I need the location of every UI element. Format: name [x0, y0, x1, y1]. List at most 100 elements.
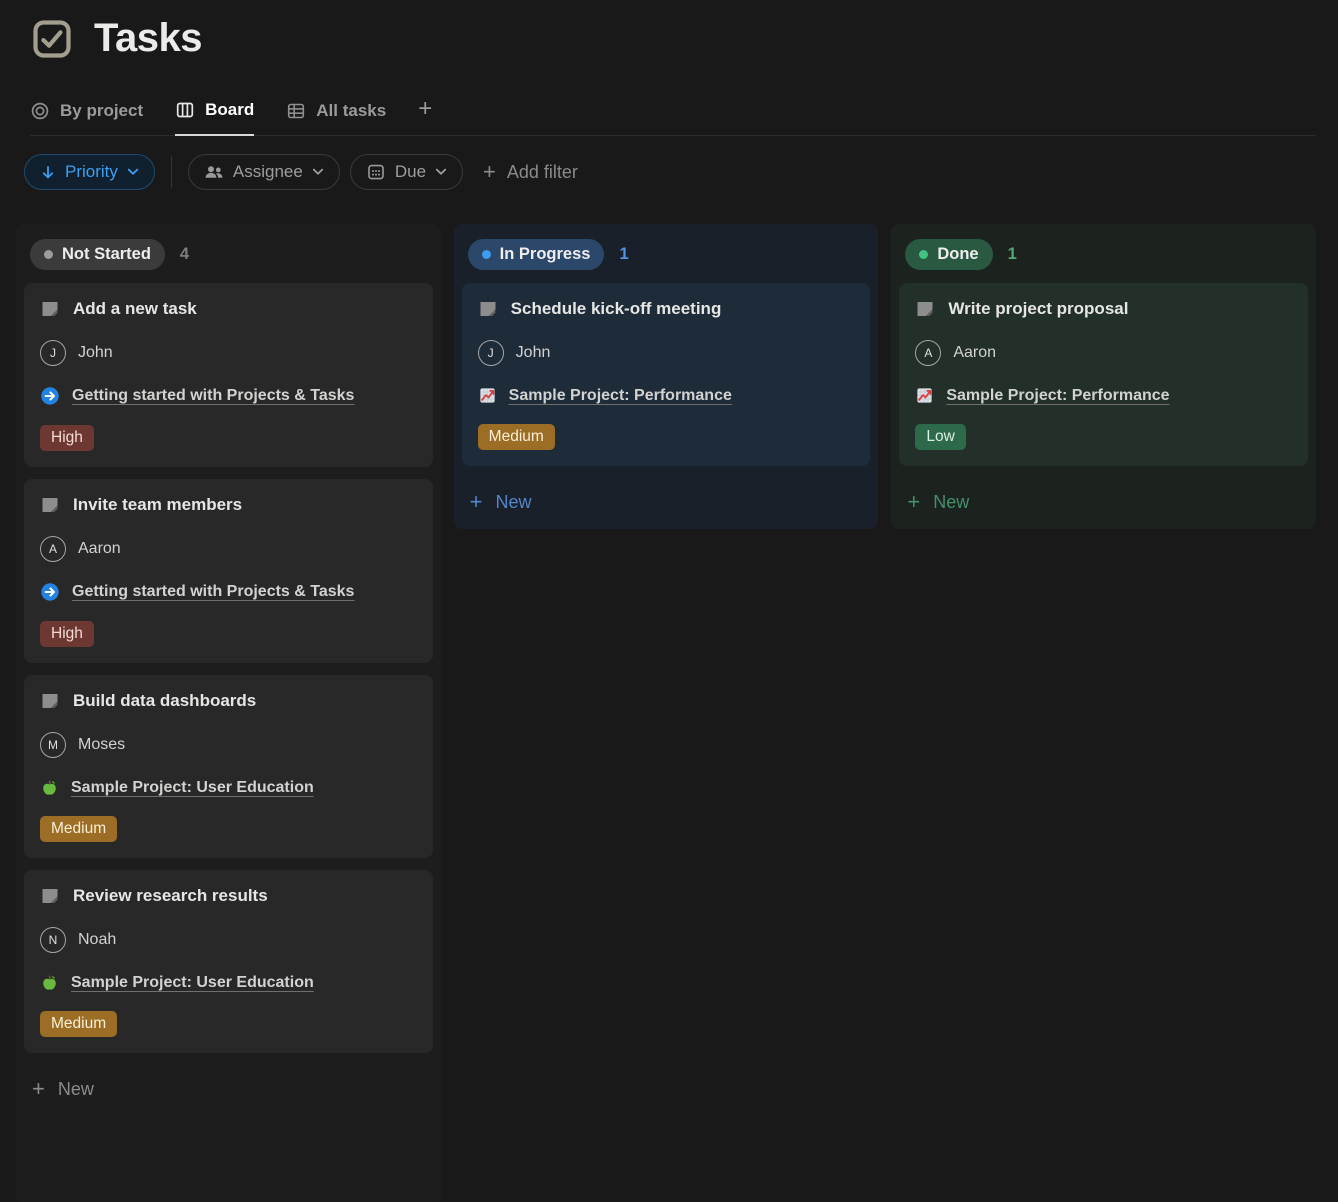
- column-count: 1: [1008, 245, 1017, 264]
- task-card[interactable]: Build data dashboards M Moses Sample Pro…: [24, 675, 433, 858]
- status-pill-not-started[interactable]: Not Started: [30, 239, 165, 270]
- project-link[interactable]: Getting started with Projects & Tasks: [72, 387, 354, 405]
- filter-bar: Priority Assignee: [24, 154, 1316, 190]
- new-task-label: New: [58, 1079, 94, 1100]
- apple-icon: [40, 973, 59, 992]
- due-filter-label: Due: [395, 162, 426, 182]
- project-link[interactable]: Sample Project: User Education: [71, 974, 314, 992]
- project-link[interactable]: Getting started with Projects & Tasks: [72, 583, 354, 601]
- new-task-button[interactable]: + New: [24, 1065, 433, 1108]
- plus-icon: +: [32, 1076, 45, 1102]
- add-filter-label: Add filter: [507, 162, 578, 183]
- chart-icon: [478, 386, 497, 405]
- priority-tag: Medium: [40, 816, 117, 842]
- column-header: Not Started 4: [24, 230, 433, 283]
- column-done: Done 1 Write project proposal A A: [891, 224, 1316, 529]
- avatar: J: [478, 340, 504, 366]
- checkbox-icon[interactable]: [30, 17, 74, 61]
- task-card[interactable]: Add a new task J John Getting started wi…: [24, 283, 433, 467]
- assignee-filter-pill[interactable]: Assignee: [188, 154, 340, 190]
- due-filter-pill[interactable]: Due: [350, 154, 463, 190]
- assignee-name: John: [516, 344, 551, 362]
- chevron-down-icon: [312, 168, 324, 176]
- new-task-button[interactable]: + New: [899, 478, 1308, 521]
- avatar: N: [40, 927, 66, 953]
- column-header: Done 1: [899, 230, 1308, 283]
- chevron-down-icon: [127, 168, 139, 176]
- page-icon: [40, 299, 60, 319]
- task-card[interactable]: Invite team members A Aaron Getting star…: [24, 479, 433, 663]
- column-in-progress: In Progress 1 Schedule kick-off meeting …: [454, 224, 879, 529]
- column-count: 4: [180, 245, 189, 264]
- column-header: In Progress 1: [462, 230, 871, 283]
- avatar: A: [915, 340, 941, 366]
- priority-sort-pill[interactable]: Priority: [24, 154, 155, 190]
- avatar: M: [40, 732, 66, 758]
- task-title: Build data dashboards: [73, 691, 256, 711]
- status-label: In Progress: [500, 245, 591, 264]
- target-icon: [30, 101, 50, 121]
- page-header: Tasks: [30, 16, 1316, 61]
- chart-icon: [915, 386, 934, 405]
- plus-icon: +: [470, 489, 483, 515]
- task-card[interactable]: Write project proposal A Aaron: [899, 283, 1308, 466]
- filter-divider: [171, 156, 172, 188]
- plus-icon: +: [483, 159, 496, 185]
- calendar-icon: [366, 162, 386, 182]
- page-title: Tasks: [94, 16, 202, 61]
- task-title: Write project proposal: [948, 299, 1128, 319]
- arrow-circle-icon: [40, 582, 60, 602]
- page-icon: [478, 299, 498, 319]
- project-link[interactable]: Sample Project: Performance: [509, 387, 732, 405]
- task-card[interactable]: Review research results N Noah Sample Pr…: [24, 870, 433, 1053]
- assignee-filter-label: Assignee: [233, 162, 303, 182]
- tab-label: All tasks: [316, 101, 386, 121]
- assignee-name: Aaron: [78, 540, 121, 558]
- priority-tag: Medium: [478, 424, 555, 450]
- status-label: Done: [937, 245, 978, 264]
- priority-tag: Medium: [40, 1011, 117, 1037]
- chevron-down-icon: [435, 168, 447, 176]
- tab-all-tasks[interactable]: All tasks: [286, 101, 386, 135]
- tab-label: Board: [205, 100, 254, 120]
- tab-board[interactable]: Board: [175, 100, 254, 136]
- column-count: 1: [619, 245, 628, 264]
- assignee-name: Moses: [78, 736, 125, 754]
- assignee-name: John: [78, 344, 113, 362]
- assignee-name: Noah: [78, 931, 116, 949]
- status-pill-in-progress[interactable]: In Progress: [468, 239, 605, 270]
- new-task-label: New: [933, 492, 969, 513]
- avatar: J: [40, 340, 66, 366]
- task-title: Schedule kick-off meeting: [511, 299, 722, 319]
- page-icon: [915, 299, 935, 319]
- priority-tag: High: [40, 621, 94, 647]
- kanban-board: Not Started 4 Add a new task J: [16, 224, 1316, 1202]
- project-link[interactable]: Sample Project: User Education: [71, 779, 314, 797]
- arrow-down-icon: [40, 164, 56, 181]
- people-icon: [204, 162, 224, 182]
- add-filter-button[interactable]: + Add filter: [483, 159, 578, 185]
- apple-icon: [40, 778, 59, 797]
- new-task-label: New: [496, 492, 532, 513]
- priority-tag: Low: [915, 424, 965, 450]
- project-link[interactable]: Sample Project: Performance: [946, 387, 1169, 405]
- page-icon: [40, 691, 60, 711]
- tab-by-project[interactable]: By project: [30, 101, 143, 135]
- status-pill-done[interactable]: Done: [905, 239, 992, 270]
- status-dot: [482, 250, 491, 259]
- task-title: Review research results: [73, 886, 268, 906]
- tab-label: By project: [60, 101, 143, 121]
- page-icon: [40, 495, 60, 515]
- priority-sort-label: Priority: [65, 162, 118, 182]
- task-title: Add a new task: [73, 299, 197, 319]
- add-view-button[interactable]: +: [418, 95, 432, 135]
- table-icon: [286, 101, 306, 121]
- status-dot: [919, 250, 928, 259]
- view-tabs: By project Board All tasks: [30, 95, 1316, 136]
- assignee-name: Aaron: [953, 344, 996, 362]
- avatar: A: [40, 536, 66, 562]
- status-dot: [44, 250, 53, 259]
- new-task-button[interactable]: + New: [462, 478, 871, 521]
- arrow-circle-icon: [40, 386, 60, 406]
- task-card[interactable]: Schedule kick-off meeting J John: [462, 283, 871, 466]
